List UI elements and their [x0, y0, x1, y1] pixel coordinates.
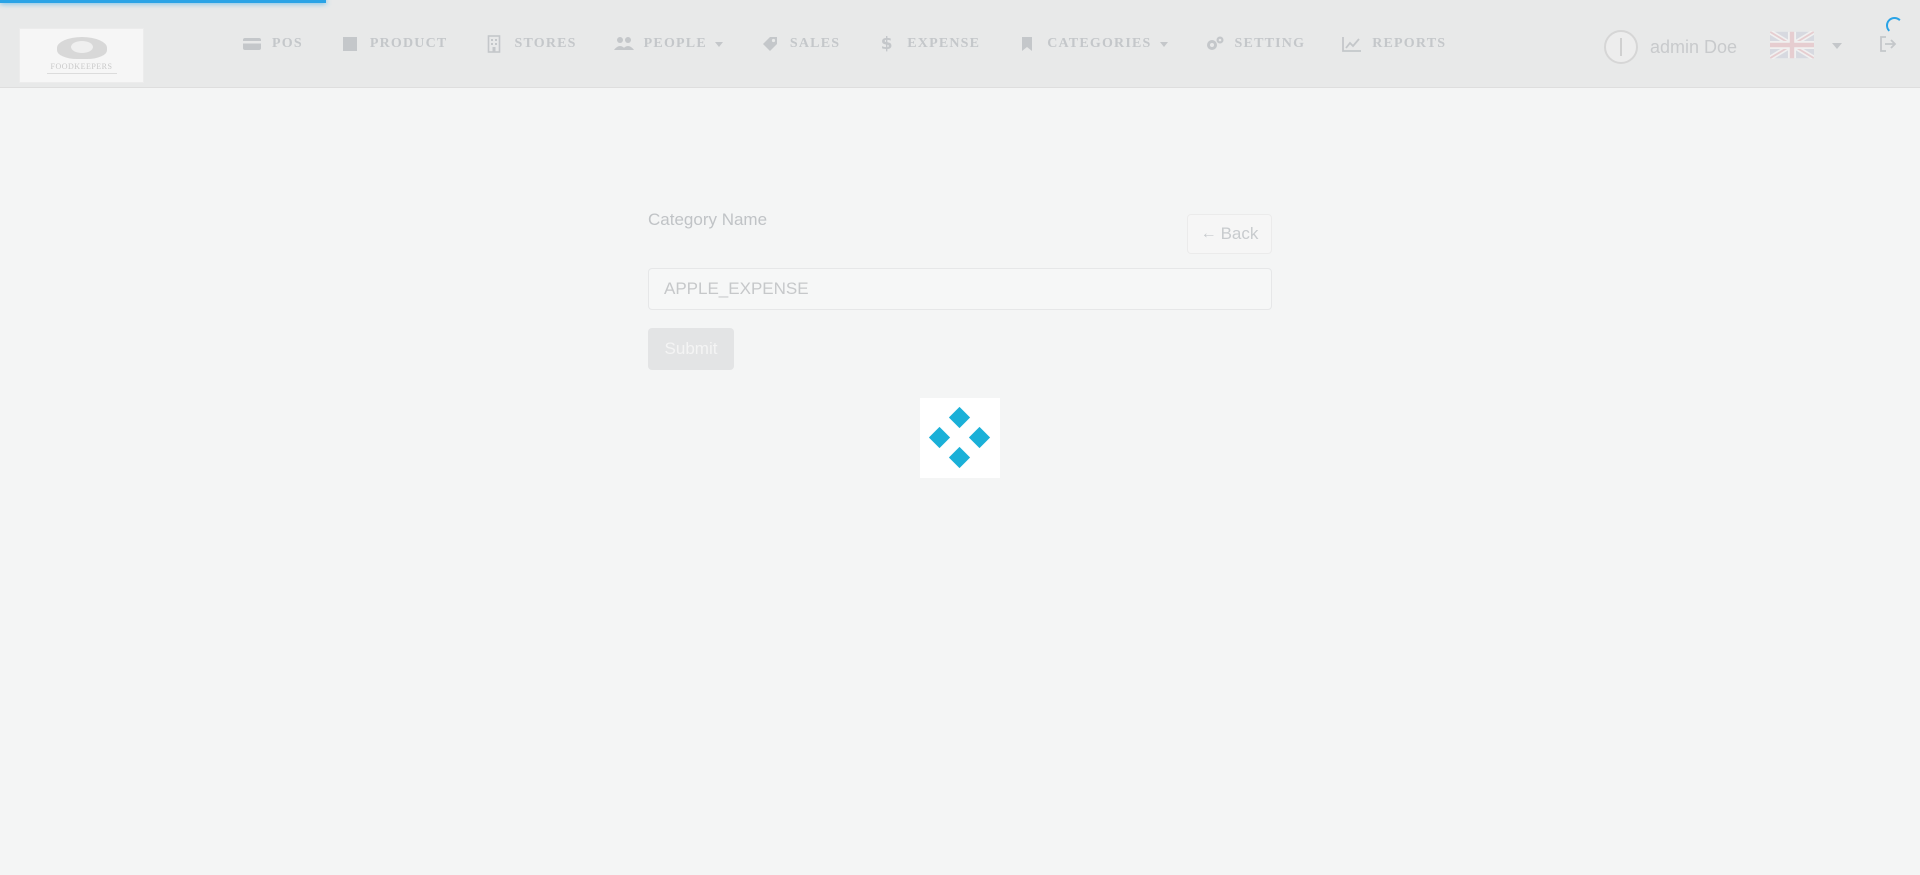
user-name: admin Doe [1650, 36, 1738, 57]
logo-emblem-icon [56, 37, 107, 59]
language-dropdown-caret-icon[interactable] [1832, 43, 1842, 49]
nav-item-setting[interactable]: SETTING [1205, 35, 1306, 53]
nav-item-reports[interactable]: REPORTS [1342, 35, 1446, 53]
nav-item-label: SETTING [1234, 36, 1306, 51]
category-name-input[interactable] [648, 268, 1272, 310]
category-form: Category Name ← Back Submit [648, 210, 1272, 370]
avatar [1604, 30, 1638, 64]
nav-item-label: REPORTS [1372, 36, 1447, 51]
building-icon [484, 35, 504, 53]
nav-item-stores[interactable]: STORES [484, 35, 576, 53]
nav-item-label: CATEGORIES [1047, 36, 1152, 51]
users-icon [613, 35, 634, 53]
user-menu[interactable]: admin Doe [1604, 30, 1737, 64]
top-navbar: FOODKEEPERS POS PRODUCT STORES PEOPLE SA… [0, 0, 1920, 88]
dollar-icon: $ [880, 34, 894, 54]
nav-item-label: PRODUCT [369, 36, 448, 51]
main-menu: POS PRODUCT STORES PEOPLE SALES $ EXPENS… [242, 30, 1483, 58]
loading-overlay [920, 398, 1000, 478]
loader-diamond-icon [968, 426, 991, 449]
logout-icon[interactable] [1878, 34, 1898, 54]
back-button-label: Back [1220, 224, 1259, 243]
nav-item-label: PEOPLE [643, 36, 707, 51]
submit-button[interactable]: Submit [648, 328, 734, 370]
logo-text: FOODKEEPERS [50, 62, 113, 71]
chevron-down-icon [714, 41, 723, 47]
back-button[interactable]: ← Back [1187, 214, 1272, 254]
nav-item-product[interactable]: PRODUCT [340, 35, 448, 53]
nav-item-pos[interactable]: POS [242, 35, 303, 53]
chevron-down-icon [1159, 41, 1168, 47]
bookmark-icon [1017, 35, 1037, 53]
category-name-label: Category Name [648, 210, 768, 229]
nav-item-expense[interactable]: $ EXPENSE [877, 34, 981, 54]
nav-item-label: STORES [514, 36, 577, 51]
page-load-progress-bar [0, 0, 327, 3]
nav-item-label: POS [272, 36, 303, 51]
brand-logo[interactable]: FOODKEEPERS [19, 28, 144, 83]
uk-flag-icon[interactable] [1770, 31, 1814, 59]
nav-item-label: SALES [789, 36, 841, 51]
nav-item-people[interactable]: PEOPLE [613, 35, 723, 53]
nav-item-categories[interactable]: CATEGORIES [1017, 35, 1168, 53]
loading-spinner-icon [1886, 17, 1903, 34]
nav-item-sales[interactable]: SALES [760, 35, 840, 53]
loader-diamond-icon [948, 446, 971, 469]
credit-card-icon [242, 35, 262, 53]
loader-diamond-icon [928, 426, 951, 449]
line-chart-icon [1342, 35, 1362, 53]
square-icon [340, 35, 360, 53]
tag-icon [760, 35, 780, 53]
loader-diamond-icon [948, 406, 971, 429]
arrow-left-icon: ← [1200, 225, 1217, 242]
nav-item-label: EXPENSE [907, 36, 981, 51]
gears-icon [1205, 35, 1225, 53]
logo-divider [46, 73, 117, 74]
